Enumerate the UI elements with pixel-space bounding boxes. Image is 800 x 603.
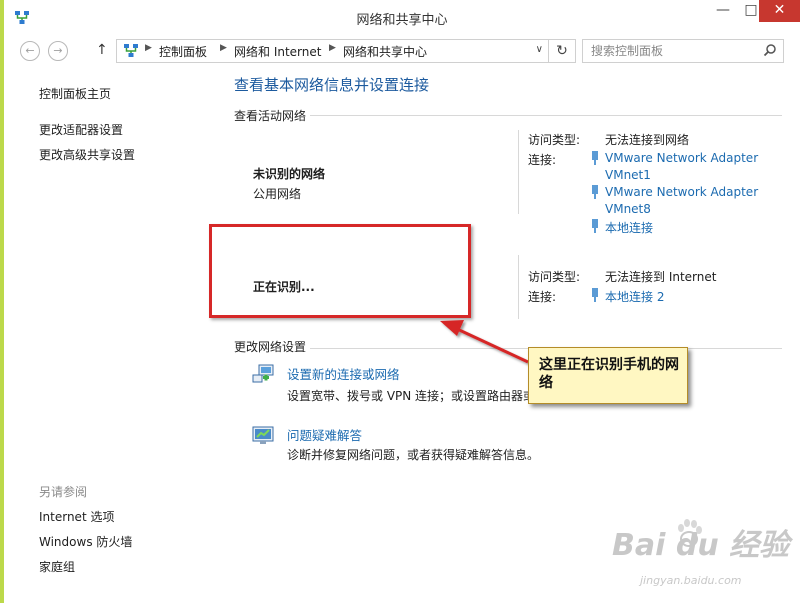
baidu-watermark-url: jingyan.baidu.com <box>640 574 742 587</box>
up-button[interactable]: ↑ <box>96 42 108 58</box>
setup-new-connection-desc: 设置宽带、拨号或 VPN 连接；或设置路由器或 <box>287 389 529 403</box>
network-name: 未识别的网络 <box>253 167 326 181</box>
annotation-highlight-box <box>209 224 471 318</box>
annotation-callout: 这里正在识别手机的网络 <box>528 347 688 404</box>
connection-link-vmnet1-line2[interactable]: VMnet1 <box>605 168 651 182</box>
breadcrumb-separator-icon: ▶ <box>329 43 336 53</box>
address-dropdown-icon[interactable]: ∨ <box>536 44 543 55</box>
access-type-value: 无法连接到网络 <box>605 133 690 147</box>
refresh-button[interactable]: ↻ <box>548 40 575 62</box>
access-type-label: 访问类型: <box>528 270 581 284</box>
sidebar-item-homegroup[interactable]: 家庭组 <box>39 558 75 575</box>
title-bar: 网络和共享中心 — □ ✕ <box>4 0 800 34</box>
breadcrumb-network-internet[interactable]: 网络和 Internet <box>234 43 321 60</box>
network-divider <box>518 130 519 214</box>
search-input[interactable] <box>589 42 753 60</box>
connections-label: 连接: <box>528 153 557 167</box>
network-adapter-icon <box>592 288 598 302</box>
search-box[interactable] <box>582 39 784 63</box>
forward-button[interactable]: → <box>48 41 68 61</box>
connection-link-vmnet8-line2[interactable]: VMnet8 <box>605 202 651 216</box>
baidu-paw-icon <box>678 519 702 547</box>
minimize-button[interactable]: — <box>708 0 738 22</box>
sidebar-item-windows-firewall[interactable]: Windows 防火墙 <box>39 533 132 550</box>
active-networks-label: 查看活动网络 <box>234 109 307 123</box>
connections-label: 连接: <box>528 290 557 304</box>
troubleshoot-desc: 诊断并修复网络问题，或者获得疑难解答信息。 <box>287 448 540 462</box>
window-title: 网络和共享中心 <box>356 13 448 28</box>
connection-link-local-2[interactable]: 本地连接 2 <box>605 288 664 305</box>
callout-text: 这里正在识别手机的网络 <box>539 357 679 391</box>
network-adapter-icon <box>592 185 598 199</box>
connection-link-vmnet1[interactable]: VMware Network Adapter <box>605 151 758 165</box>
see-also-label: 另请参阅 <box>39 485 88 499</box>
control-panel-icon <box>124 44 138 57</box>
network-type-link[interactable]: 公用网络 <box>253 185 301 202</box>
section-divider <box>310 115 782 116</box>
access-type-label: 访问类型: <box>528 133 581 147</box>
sidebar-item-control-panel-home[interactable]: 控制面板主页 <box>39 85 111 102</box>
breadcrumb-separator-icon: ▶ <box>220 43 227 53</box>
change-settings-label: 更改网络设置 <box>234 340 307 354</box>
breadcrumb-separator-icon: ▶ <box>145 43 152 53</box>
address-bar[interactable]: ▶ 控制面板 ▶ 网络和 Internet ▶ 网络和共享中心 ∨ ↻ <box>116 39 576 63</box>
troubleshoot-link[interactable]: 问题疑难解答 <box>287 425 362 444</box>
new-connection-icon <box>252 364 274 383</box>
close-button[interactable]: ✕ <box>759 0 800 22</box>
breadcrumb-network-sharing-center[interactable]: 网络和共享中心 <box>343 43 427 60</box>
window-left-edge <box>0 0 4 603</box>
navigation-bar: ← → ↑ ▶ 控制面板 ▶ 网络和 Internet ▶ 网络和共享中心 ∨ … <box>4 34 800 68</box>
network-adapter-icon <box>592 151 598 165</box>
setup-new-connection-link[interactable]: 设置新的连接或网络 <box>287 364 400 383</box>
search-icon[interactable] <box>763 43 777 57</box>
window: 网络和共享中心 — □ ✕ ← → ↑ ▶ 控制面板 ▶ 网络和 Interne… <box>0 0 800 603</box>
network-divider <box>518 255 519 319</box>
page-title: 查看基本网络信息并设置连接 <box>234 76 430 94</box>
sidebar-item-internet-options[interactable]: Internet 选项 <box>39 508 114 525</box>
sidebar-item-change-adapter-settings[interactable]: 更改适配器设置 <box>39 121 123 138</box>
connection-link-vmnet8[interactable]: VMware Network Adapter <box>605 185 758 199</box>
network-adapter-icon <box>592 219 598 233</box>
access-type-value: 无法连接到 Internet <box>605 270 717 284</box>
breadcrumb-control-panel[interactable]: 控制面板 <box>159 43 207 60</box>
connection-link-local[interactable]: 本地连接 <box>605 219 653 236</box>
sidebar-item-advanced-sharing-settings[interactable]: 更改高级共享设置 <box>39 146 135 163</box>
back-button[interactable]: ← <box>20 41 40 61</box>
troubleshoot-icon <box>252 426 274 444</box>
